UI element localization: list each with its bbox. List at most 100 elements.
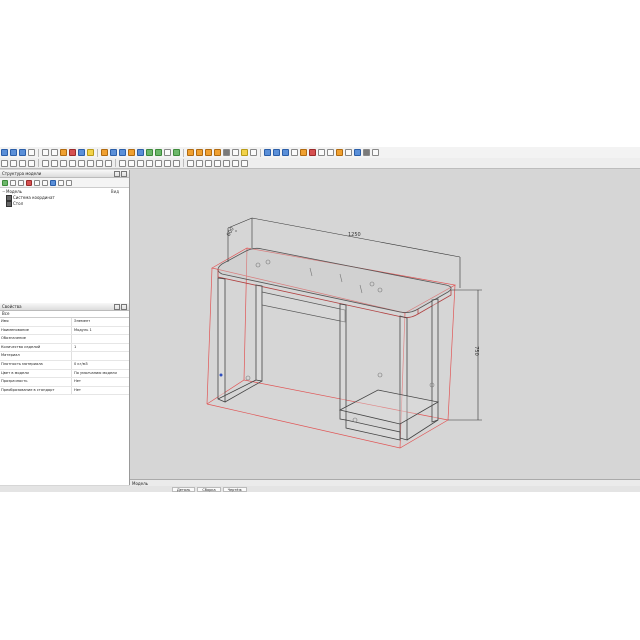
tree-expand-icon[interactable] [18,179,24,186]
property-row[interactable]: Преобразование в стандарт Нет [0,386,129,396]
expand-toggle-icon[interactable]: − [2,189,5,195]
assembly-icon[interactable] [69,149,76,156]
right-view-icon[interactable] [214,159,221,167]
tree-filter-icon[interactable] [10,179,16,186]
wireframe-icon[interactable] [173,149,180,156]
zoom-window-icon[interactable] [28,159,35,167]
edge-icon[interactable] [250,149,257,156]
properties-filter[interactable]: Все [0,311,129,318]
pin-icon[interactable] [114,170,120,177]
arc-icon[interactable] [78,159,85,167]
pan-icon[interactable] [19,159,26,167]
offset-icon[interactable] [137,159,144,167]
fastener-icon[interactable] [232,149,239,156]
ortho-icon[interactable] [51,159,58,167]
isometric-view-icon[interactable] [241,159,248,167]
tree-down-icon[interactable] [42,179,48,186]
tree-add-icon[interactable] [2,179,8,186]
view-top-icon[interactable] [119,149,126,156]
close-icon[interactable] [121,303,127,310]
link-icon[interactable] [78,149,85,156]
spline-icon[interactable] [105,159,112,167]
chamfer-icon[interactable] [173,159,180,167]
print-icon[interactable] [28,149,35,156]
point-icon[interactable] [60,159,67,167]
circle-icon[interactable] [96,159,103,167]
section-icon[interactable] [282,149,289,156]
help-icon[interactable] [372,149,379,156]
new-icon[interactable] [1,149,8,156]
top-view-icon[interactable] [223,159,230,167]
tree-delete-icon[interactable] [26,179,32,186]
grid-icon[interactable] [146,149,153,156]
edit-icon[interactable] [87,149,94,156]
undo-icon[interactable] [42,149,49,156]
dimension-icon[interactable] [273,149,280,156]
extend-icon[interactable] [155,159,162,167]
mirror-icon[interactable] [119,159,126,167]
left-view-icon[interactable] [205,159,212,167]
property-row[interactable]: Наименование Модуль 1 [0,326,129,336]
document-tab[interactable]: Деталь [172,486,196,492]
property-row[interactable]: Количество изделий 1 [0,343,129,353]
document-tab[interactable]: Сборка [197,486,221,492]
panel-icon[interactable] [187,149,194,156]
snap-icon[interactable] [42,159,49,167]
view-front-icon[interactable] [110,149,117,156]
property-row[interactable]: Материал [0,352,129,361]
redo-icon[interactable] [51,149,58,156]
cut-icon[interactable] [300,149,307,156]
array-icon[interactable] [128,159,135,167]
tree-list-icon[interactable] [58,179,64,186]
property-row[interactable]: Имя Элемент [0,318,129,327]
property-value[interactable]: По умолчанию модели [72,370,117,378]
render-icon[interactable] [354,149,361,156]
copy-icon[interactable] [318,149,325,156]
property-value[interactable]: Нет [72,378,81,386]
zoom-icon[interactable] [137,149,144,156]
report-icon[interactable] [291,149,298,156]
settings-icon[interactable] [363,149,370,156]
property-value[interactable]: 0 кг/м3 [72,361,88,369]
delete-icon[interactable] [309,149,316,156]
hinge-icon[interactable] [241,149,248,156]
property-row[interactable]: Прозрачность Нет [0,378,129,387]
rotate-icon[interactable] [10,159,17,167]
property-value[interactable] [72,352,74,360]
box-icon[interactable] [101,149,108,156]
material-icon[interactable] [336,149,343,156]
save-icon[interactable] [19,149,26,156]
property-row[interactable]: Плотность материала 0 кг/м3 [0,360,129,370]
tree-sort-icon[interactable] [66,179,72,186]
property-row[interactable]: Цвет в модели По умолчанию модели [0,369,129,379]
front-view-icon[interactable] [187,159,194,167]
property-row[interactable]: Обозначение [0,335,129,344]
door-icon[interactable] [214,149,221,156]
property-value[interactable]: 1 [72,344,76,352]
bottom-view-icon[interactable] [232,159,239,167]
back-view-icon[interactable] [196,159,203,167]
rect-icon[interactable] [87,159,94,167]
pin-icon[interactable] [114,303,120,310]
tree-view-icon[interactable] [50,179,56,186]
paste-icon[interactable] [327,149,334,156]
property-value[interactable] [72,335,74,343]
property-value[interactable]: Элемент [72,318,90,326]
select-icon[interactable] [1,159,8,167]
line-icon[interactable] [69,159,76,167]
hardware-icon[interactable] [223,149,230,156]
layers-icon[interactable] [155,149,162,156]
tree-node-table[interactable]: Стол [2,201,127,207]
trim-icon[interactable] [146,159,153,167]
open-icon[interactable] [10,149,17,156]
part-icon[interactable] [60,149,67,156]
shade-icon[interactable] [164,149,171,156]
document-tab[interactable]: Чертёж [222,486,247,492]
iso-view-icon[interactable] [128,149,135,156]
fillet-icon[interactable] [164,159,171,167]
3d-viewport[interactable]: 1250 750 600 [130,170,640,479]
tree-up-icon[interactable] [34,179,40,186]
property-value[interactable]: Модуль 1 [72,327,92,335]
shelf-icon[interactable] [205,149,212,156]
close-icon[interactable] [121,170,127,177]
